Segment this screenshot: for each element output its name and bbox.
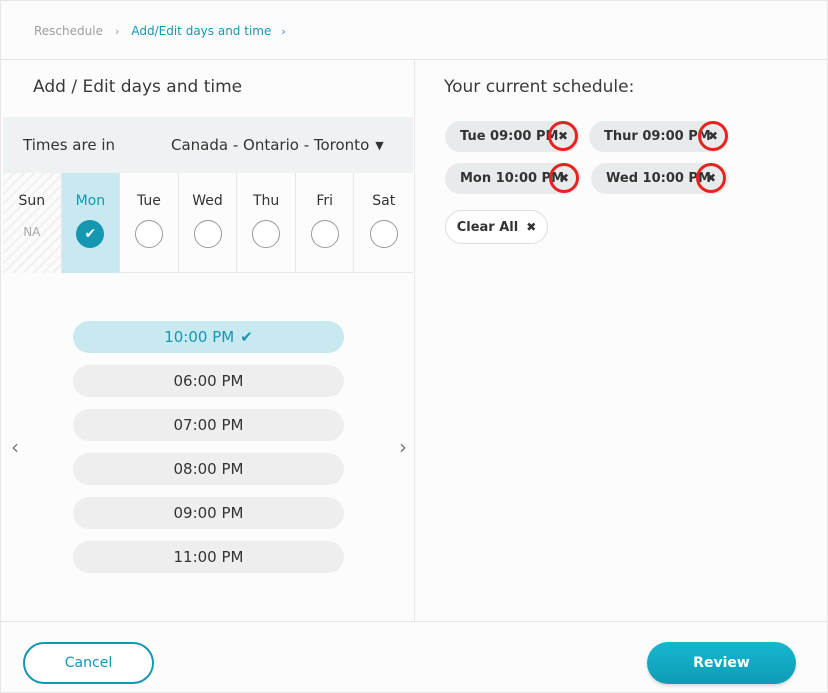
close-icon[interactable]: ✖ xyxy=(698,121,728,151)
day-mon[interactable]: Mon ✔ xyxy=(61,173,121,273)
day-label: Sun xyxy=(18,193,46,209)
tag-label: Tue 09:00 PM xyxy=(460,129,559,144)
time-option[interactable]: 08:00 PM xyxy=(73,453,344,485)
right-panel-title: Your current schedule: xyxy=(444,77,635,97)
breadcrumb: Reschedule › Add/Edit days and time › xyxy=(34,21,286,41)
time-label: 06:00 PM xyxy=(173,372,244,390)
timezone-bar: Times are in Canada - Ontario - Toronto … xyxy=(3,117,413,173)
day-tue[interactable]: Tue xyxy=(120,173,179,273)
time-label: 09:00 PM xyxy=(173,504,244,522)
chevron-right-icon[interactable]: › xyxy=(393,435,413,459)
review-button[interactable]: Review xyxy=(647,642,796,684)
time-option[interactable]: 06:00 PM xyxy=(73,365,344,397)
day-label: Wed xyxy=(192,193,223,209)
time-option[interactable]: 11:00 PM xyxy=(73,541,344,573)
checkmark-icon: ✔ xyxy=(240,328,253,346)
day-checkbox[interactable] xyxy=(310,220,339,248)
day-checkbox[interactable] xyxy=(193,220,222,248)
timezone-select[interactable]: Canada - Ontario - Toronto ▼ xyxy=(171,136,384,154)
left-panel-title: Add / Edit days and time xyxy=(33,77,243,97)
footer-divider xyxy=(1,621,828,622)
day-label: Mon xyxy=(75,193,106,209)
chevron-down-icon: ▼ xyxy=(375,138,384,152)
day-checkbox[interactable] xyxy=(369,220,398,248)
day-checkbox[interactable] xyxy=(134,220,163,248)
chevron-right-icon: › xyxy=(114,24,120,38)
close-icon[interactable]: ✖ xyxy=(696,163,726,193)
day-label: Fri xyxy=(316,193,334,209)
day-selector: Sun NA Mon ✔ Tue Wed Thu Fri Sat xyxy=(3,173,413,273)
tag-label: Thur 09:00 PM xyxy=(604,129,711,144)
close-icon[interactable]: ✖ xyxy=(549,163,579,193)
time-option[interactable]: 07:00 PM xyxy=(73,409,344,441)
time-option[interactable]: 09:00 PM xyxy=(73,497,344,529)
chevron-right-icon: › xyxy=(281,24,286,38)
day-label: Sat xyxy=(372,193,396,209)
time-label: 11:00 PM xyxy=(173,548,244,566)
time-label: 10:00 PM xyxy=(164,328,235,346)
time-option-selected[interactable]: 10:00 PM ✔ xyxy=(73,321,344,353)
breadcrumb-reschedule[interactable]: Reschedule xyxy=(34,24,103,38)
day-fri[interactable]: Fri xyxy=(296,173,355,273)
checkmark-icon[interactable]: ✔ xyxy=(76,220,105,248)
page-frame: Reschedule › Add/Edit days and time › Ad… xyxy=(0,0,828,693)
cancel-button[interactable]: Cancel xyxy=(23,642,154,684)
day-label: Tue xyxy=(136,193,161,209)
time-label: 07:00 PM xyxy=(173,416,244,434)
close-icon[interactable]: ✖ xyxy=(548,121,578,151)
day-sun: Sun NA xyxy=(3,173,62,273)
clear-all-label: Clear All xyxy=(456,219,519,235)
day-label: Thu xyxy=(252,193,280,209)
close-icon: ✖ xyxy=(526,220,537,234)
time-label: 08:00 PM xyxy=(173,460,244,478)
time-list: 10:00 PM ✔ 06:00 PM 07:00 PM 08:00 PM 09… xyxy=(73,321,344,585)
day-checkbox[interactable] xyxy=(252,220,281,248)
chevron-left-icon[interactable]: ‹ xyxy=(5,435,25,459)
clear-all-button[interactable]: Clear All ✖ xyxy=(445,210,548,244)
day-na-label: NA xyxy=(23,225,41,239)
breadcrumb-add-edit[interactable]: Add/Edit days and time xyxy=(131,24,271,38)
timezone-value: Canada - Ontario - Toronto xyxy=(171,136,370,154)
panel-divider xyxy=(414,59,415,621)
day-wed[interactable]: Wed xyxy=(179,173,238,273)
timezone-label: Times are in xyxy=(23,136,115,154)
day-thu[interactable]: Thu xyxy=(237,173,296,273)
day-sat[interactable]: Sat xyxy=(354,173,413,273)
